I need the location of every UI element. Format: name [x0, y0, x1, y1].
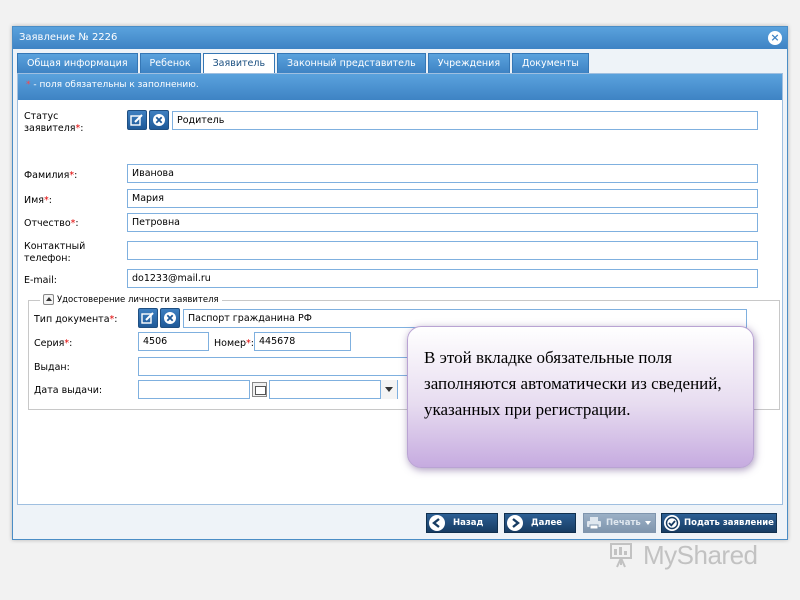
- series-field[interactable]: 4506: [138, 332, 209, 351]
- status-label-line1: Статус: [24, 111, 59, 122]
- bottom-toolbar: Назад Далее Печать Подать заявление: [13, 509, 787, 539]
- middlename-field[interactable]: Петровна: [127, 213, 758, 232]
- firstname-label: Имя*:: [24, 195, 52, 207]
- close-icon[interactable]: ×: [768, 31, 782, 45]
- middlename-label-colon: :: [75, 218, 79, 229]
- submit-application-button[interactable]: Подать заявление: [661, 513, 777, 533]
- edit-icon: [130, 114, 143, 126]
- printer-icon: [586, 515, 602, 531]
- issue-date-label: Дата выдачи:: [34, 385, 103, 396]
- edit-status-button[interactable]: [127, 110, 147, 130]
- arrow-right-icon: [507, 515, 523, 531]
- phone-field[interactable]: [127, 241, 758, 260]
- firstname-label-colon: :: [48, 195, 52, 206]
- status-label-line2: заявителя: [24, 123, 76, 134]
- collapse-icon[interactable]: [43, 294, 54, 305]
- phone-label: Контактный телефон:: [24, 241, 85, 265]
- submit-button-label: Подать заявление: [684, 518, 774, 528]
- required-note-text: - поля обязательны к заполнению.: [30, 80, 199, 90]
- identity-document-legend-text: Удостоверение личности заявителя: [57, 294, 219, 305]
- checkmark-icon: [664, 515, 680, 531]
- status-label-colon: :: [80, 123, 84, 134]
- email-label: E-mail:: [24, 275, 57, 286]
- clear-doctype-button[interactable]: [160, 308, 180, 328]
- calendar-icon[interactable]: [252, 382, 267, 397]
- firstname-field[interactable]: Мария: [127, 189, 758, 208]
- firstname-label-text: Имя: [24, 195, 44, 206]
- tab-child[interactable]: Ребенок: [139, 53, 201, 73]
- status-field[interactable]: Родитель: [172, 111, 758, 130]
- tab-documents[interactable]: Документы: [512, 53, 589, 73]
- tab-applicant[interactable]: Заявитель: [202, 53, 276, 73]
- issue-date-field[interactable]: [138, 380, 250, 399]
- watermark: MyShared: [608, 538, 758, 572]
- clear-icon: [153, 114, 165, 126]
- next-button[interactable]: Далее: [504, 513, 576, 533]
- email-field[interactable]: do1233@mail.ru: [127, 269, 758, 288]
- clear-status-button[interactable]: [149, 110, 169, 130]
- print-button-label: Печать: [606, 518, 641, 528]
- issue-time-field[interactable]: [269, 380, 398, 399]
- issued-by-label: Выдан:: [34, 362, 70, 373]
- phone-label-line2: телефон:: [24, 253, 71, 264]
- lastname-label-colon: :: [74, 170, 78, 181]
- back-button-label: Назад: [453, 518, 484, 528]
- print-dropdown-icon[interactable]: [645, 521, 651, 525]
- lastname-label: Фамилия*:: [24, 170, 77, 182]
- edit-doctype-button[interactable]: [138, 308, 158, 328]
- presentation-board-icon: [608, 541, 638, 569]
- doctype-label-colon: :: [114, 314, 118, 325]
- tab-legal-representative[interactable]: Законный представитель: [277, 53, 426, 73]
- callout-note: В этой вкладке обязательные поля заполня…: [407, 326, 754, 468]
- number-field[interactable]: 445678: [254, 332, 351, 351]
- status-label: Статус заявителя*:: [24, 111, 83, 135]
- middlename-label-text: Отчество: [24, 218, 71, 229]
- tab-general-info[interactable]: Общая информация: [17, 53, 138, 73]
- phone-label-line1: Контактный: [24, 241, 86, 252]
- identity-document-legend: Удостоверение личности заявителя: [40, 294, 222, 305]
- doctype-label: Тип документа*:: [34, 314, 117, 326]
- lastname-label-text: Фамилия: [24, 170, 70, 181]
- window-title-bar: Заявление № 2226 ×: [13, 27, 787, 49]
- series-label-colon: :: [69, 338, 73, 349]
- edit-icon: [141, 312, 154, 324]
- window-title: Заявление № 2226: [19, 32, 118, 43]
- tab-strip: Общая информация Ребенок Заявитель Закон…: [17, 53, 589, 73]
- number-label: Номер*:: [214, 338, 254, 350]
- middlename-label: Отчество*:: [24, 218, 79, 230]
- tab-institutions[interactable]: Учреждения: [427, 53, 511, 73]
- next-button-label: Далее: [531, 518, 563, 528]
- clear-icon: [164, 312, 176, 324]
- required-fields-note: * - поля обязательны к заполнению.: [18, 74, 782, 100]
- chevron-down-icon[interactable]: [380, 380, 397, 399]
- doctype-label-text: Тип документа: [34, 314, 110, 325]
- back-button[interactable]: Назад: [426, 513, 498, 533]
- series-label: Серия*:: [34, 338, 72, 350]
- watermark-text: MyShared: [643, 539, 758, 570]
- series-label-text: Серия: [34, 338, 65, 349]
- print-button[interactable]: Печать: [583, 513, 656, 533]
- number-label-text: Номер: [214, 338, 246, 349]
- lastname-field[interactable]: Иванова: [127, 164, 758, 183]
- arrow-left-icon: [429, 515, 445, 531]
